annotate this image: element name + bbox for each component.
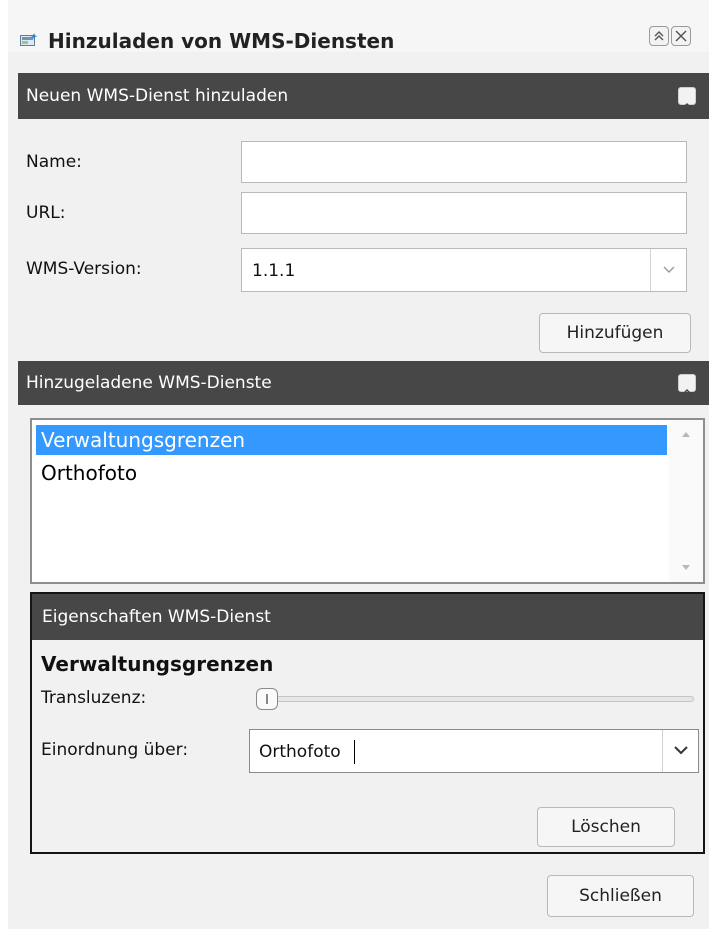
list-item-verwaltungsgrenzen[interactable]: Verwaltungsgrenzen	[36, 425, 667, 455]
new-service-section-title: Neuen WMS-Dienst hinzuladen	[26, 86, 289, 106]
wms-version-label: WMS-Version:	[26, 259, 142, 279]
scroll-down-arrow-icon	[682, 565, 690, 570]
text-cursor	[354, 740, 355, 764]
order-label: Einordnung über:	[41, 740, 189, 760]
collapse-section-button[interactable]	[678, 374, 696, 399]
close-icon	[675, 30, 687, 42]
add-service-button[interactable]: Hinzufügen	[539, 313, 691, 353]
wms-add-icon	[20, 33, 39, 47]
translucency-slider-thumb[interactable]	[256, 688, 278, 710]
title-bar: Hinzuladen von WMS-Diensten	[8, 0, 709, 53]
new-service-section-header[interactable]: Neuen WMS-Dienst hinzuladen	[18, 73, 709, 119]
order-dropdown-trigger[interactable]	[662, 730, 698, 772]
collapse-window-button[interactable]	[649, 26, 669, 46]
order-value: Orthofoto	[259, 742, 341, 762]
double-chevron-up-icon	[654, 31, 664, 41]
dialog-title: Hinzuladen von WMS-Diensten	[48, 29, 395, 53]
chevron-down-icon	[674, 746, 688, 755]
service-properties-panel: Eigenschaften WMS-Dienst Verwaltungsgren…	[30, 592, 705, 854]
properties-header: Eigenschaften WMS-Dienst	[32, 594, 703, 640]
name-label: Name:	[26, 152, 82, 172]
order-select[interactable]: Orthofoto	[249, 729, 699, 773]
double-chevron-up-icon	[682, 103, 692, 113]
delete-button[interactable]: Löschen	[537, 807, 675, 847]
url-label: URL:	[26, 203, 66, 223]
translucency-label: Transluzenz:	[41, 688, 147, 708]
translucency-slider-track[interactable]	[262, 696, 694, 702]
close-window-button[interactable]	[671, 26, 691, 46]
double-chevron-up-icon	[682, 389, 692, 399]
close-button[interactable]: Schließen	[547, 875, 694, 917]
url-input[interactable]	[241, 192, 687, 234]
chevron-down-icon	[663, 266, 675, 273]
loaded-services-section-header[interactable]: Hinzugeladene WMS-Dienste	[18, 361, 709, 405]
list-scrollbar[interactable]	[669, 420, 703, 582]
wms-version-value: 1.1.1	[252, 261, 296, 281]
loaded-services-section-title: Hinzugeladene WMS-Dienste	[26, 373, 272, 393]
list-item-orthofoto[interactable]: Orthofoto	[36, 458, 137, 488]
wms-service-list[interactable]: Verwaltungsgrenzen Orthofoto	[30, 418, 705, 584]
wms-dialog: Hinzuladen von WMS-Diensten Neuen WMS-Di…	[8, 0, 709, 929]
wms-version-dropdown-trigger[interactable]	[650, 249, 686, 291]
scroll-up-arrow-icon	[682, 432, 690, 437]
name-input[interactable]	[241, 141, 687, 183]
wms-version-select[interactable]: 1.1.1	[241, 248, 687, 292]
collapse-section-button[interactable]	[678, 87, 696, 113]
selected-service-name: Verwaltungsgrenzen	[41, 652, 274, 676]
